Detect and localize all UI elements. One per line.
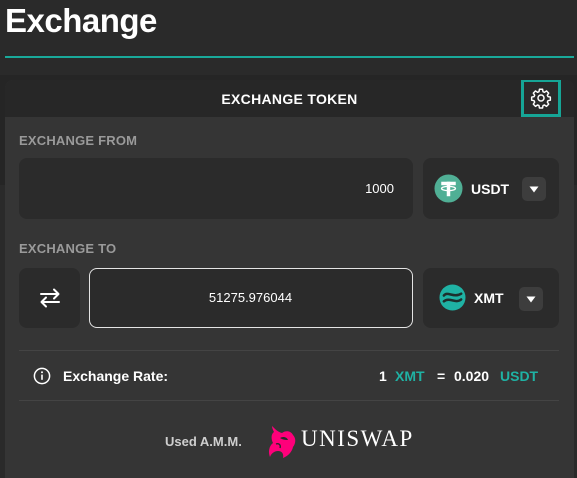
card-header: EXCHANGE TOKEN <box>5 80 574 117</box>
exchange-rate-row: Exchange Rate: 1 XMT = 0.020 USDT <box>5 364 574 388</box>
swap-direction-button[interactable] <box>19 268 80 328</box>
page-title: Exchange <box>5 2 157 39</box>
exchange-to-label: EXCHANGE TO <box>19 241 117 256</box>
from-amount-value: 1000 <box>365 181 394 196</box>
to-amount-field[interactable]: 51275.976044 <box>89 268 413 328</box>
exchange-card: EXCHANGE TOKEN EXCHANGE FROM 1000 USDT E… <box>5 80 574 478</box>
page-header: Exchange <box>0 0 577 60</box>
exchange-from-label: EXCHANGE FROM <box>19 133 138 148</box>
rate-lhs-token: XMT <box>395 368 425 384</box>
amm-label: Used A.M.M. <box>165 434 242 449</box>
tether-icon <box>434 174 463 203</box>
rate-rhs-amount: 0.020 <box>454 368 490 384</box>
to-amount-value: 51275.976044 <box>208 290 293 305</box>
from-token-dropdown[interactable] <box>522 177 546 201</box>
from-token-symbol: USDT <box>471 181 510 197</box>
card-title: EXCHANGE TOKEN <box>221 91 358 107</box>
settings-button[interactable] <box>521 80 561 117</box>
gear-icon <box>530 88 552 109</box>
xmt-icon <box>439 284 466 311</box>
rate-rhs-token: USDT <box>500 368 539 384</box>
rate-equals: = <box>437 368 446 384</box>
caret-down-icon <box>529 186 539 192</box>
info-icon <box>33 367 51 385</box>
uniswap-wordmark: UNISWAP <box>301 426 414 451</box>
header-divider <box>5 56 574 58</box>
rate-lhs-amount: 1 <box>379 368 387 384</box>
to-token-symbol: XMT <box>474 290 504 306</box>
to-token-dropdown[interactable] <box>519 287 543 311</box>
to-token-selector[interactable]: XMT <box>423 268 559 328</box>
swap-arrows-icon <box>40 288 60 308</box>
from-amount-field[interactable]: 1000 <box>19 158 413 219</box>
caret-down-icon <box>526 296 536 302</box>
divider-bottom <box>19 400 559 401</box>
divider-top <box>19 350 559 351</box>
exchange-rate-label: Exchange Rate: <box>63 368 169 384</box>
from-token-selector[interactable]: USDT <box>423 158 559 219</box>
uniswap-unicorn-icon <box>269 426 296 458</box>
